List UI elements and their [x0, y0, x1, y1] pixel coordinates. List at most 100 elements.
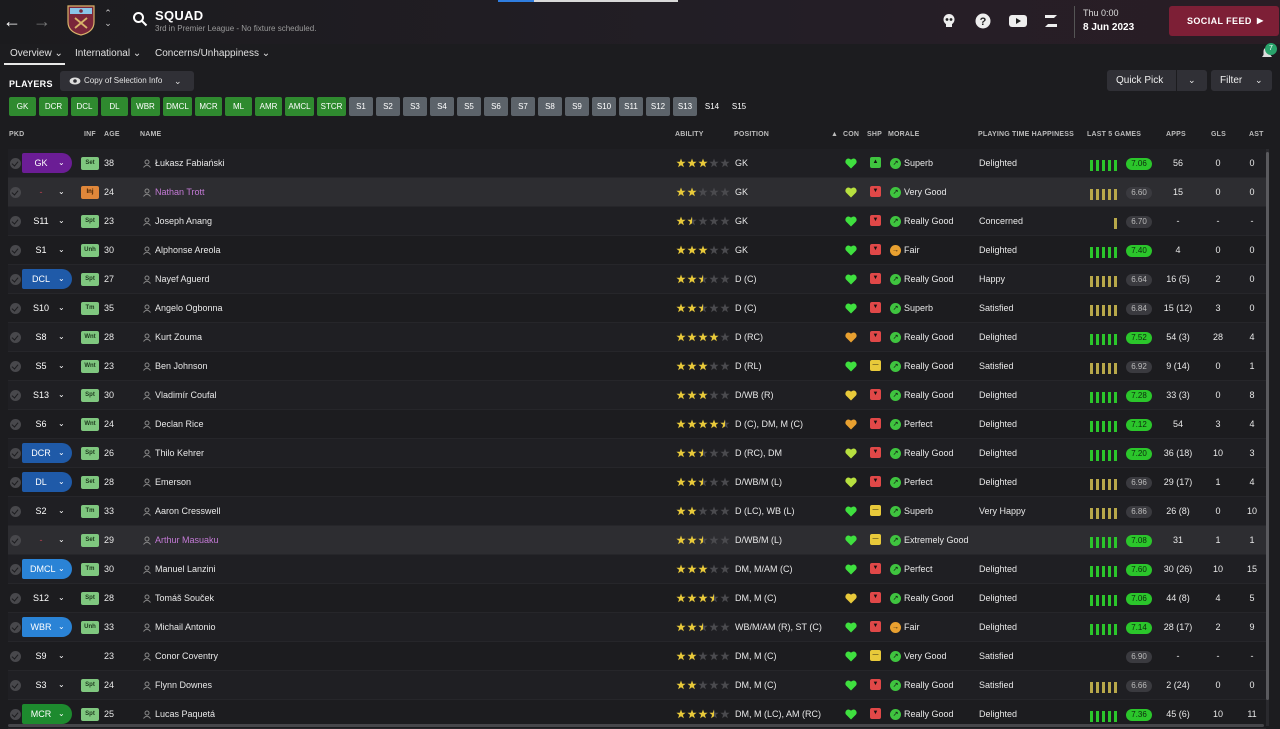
info-badge[interactable]: Wnt: [81, 331, 99, 344]
player-name-link[interactable]: Vladimír Coufal: [155, 381, 217, 410]
table-row[interactable]: S1 ⌄ Unh 30 Alphonse Areola GK ▼ → Fair Delighted…: [8, 236, 1266, 265]
position-chip-s14[interactable]: S14: [700, 97, 724, 116]
select-checkbox[interactable]: [10, 448, 21, 459]
tab-international[interactable]: International ⌄: [75, 48, 141, 59]
player-name-link[interactable]: Michail Antonio: [155, 613, 216, 642]
player-name-link[interactable]: Ben Johnson: [155, 352, 208, 381]
position-chip-dcl[interactable]: DCL: [71, 97, 98, 116]
info-badge[interactable]: Spt: [81, 273, 99, 286]
player-name-link[interactable]: Thilo Kehrer: [155, 439, 204, 468]
player-name-link[interactable]: Emerson: [155, 468, 191, 497]
select-checkbox[interactable]: [10, 187, 21, 198]
col-ability[interactable]: ABILITY: [675, 131, 704, 138]
table-row[interactable]: S2 ⌄ Tm 33 Aaron Cresswell D (LC), WB (L) — ↗ Su…: [8, 497, 1266, 526]
position-chip-s10[interactable]: S10: [592, 97, 616, 116]
player-name-link[interactable]: Declan Rice: [155, 410, 204, 439]
info-badge[interactable]: Inj: [81, 186, 99, 199]
col-happiness[interactable]: PLAYING TIME HAPPINESS: [978, 131, 1074, 138]
selection-slot-dropdown[interactable]: DCL ⌄: [22, 269, 72, 289]
player-name-link[interactable]: Manuel Lanzini: [155, 555, 216, 584]
selection-slot-dropdown[interactable]: DCR ⌄: [22, 443, 72, 463]
table-row[interactable]: S13 ⌄ Spt 30 Vladimír Coufal D/WB (R) ▼ ↗ Really…: [8, 381, 1266, 410]
position-chip-s13[interactable]: S13: [673, 97, 697, 116]
selection-slot-dropdown[interactable]: - ⌄: [22, 530, 72, 550]
table-row[interactable]: S9 ⌄ 23 Conor Coventry DM, M (C) — ↗ Very Good S…: [8, 642, 1266, 671]
info-badge[interactable]: Spt: [81, 447, 99, 460]
chevron-down-icon[interactable]: ⌄: [1188, 70, 1196, 91]
position-chip-s11[interactable]: S11: [619, 97, 643, 116]
select-checkbox[interactable]: [10, 158, 21, 169]
position-chip-wbr[interactable]: WBR: [131, 97, 160, 116]
tab-overview[interactable]: Overview ⌄: [10, 48, 63, 59]
table-row[interactable]: GK ⌄ Set 38 Łukasz Fabiański GK ▲ ↗ Superb Deligh…: [8, 149, 1266, 178]
player-name-link[interactable]: Conor Coventry: [155, 642, 218, 671]
col-name[interactable]: NAME: [140, 131, 161, 138]
select-checkbox[interactable]: [10, 535, 21, 546]
select-checkbox[interactable]: [10, 216, 21, 227]
info-badge[interactable]: Tm: [81, 302, 99, 315]
info-badge[interactable]: Set: [81, 157, 99, 170]
selection-slot-dropdown[interactable]: DL ⌄: [22, 472, 72, 492]
col-pkd[interactable]: PKD: [9, 131, 24, 138]
selection-slot-dropdown[interactable]: S5 ⌄: [22, 356, 72, 376]
select-checkbox[interactable]: [10, 593, 21, 604]
position-chip-s1[interactable]: S1: [349, 97, 373, 116]
info-badge[interactable]: Tm: [81, 563, 99, 576]
table-row[interactable]: DL ⌄ Set 28 Emerson D/WB/M (L) ▼ ↗ Perfect Deligh…: [8, 468, 1266, 497]
col-apps[interactable]: APPS: [1166, 131, 1186, 138]
position-chip-s7[interactable]: S7: [511, 97, 535, 116]
col-inf[interactable]: INF: [84, 131, 96, 138]
table-row[interactable]: DCL ⌄ Spt 27 Nayef Aguerd D (C) ▼ ↗ Really Good H…: [8, 265, 1266, 294]
table-row[interactable]: S5 ⌄ Wnt 23 Ben Johnson D (RL) — ↗ Really Good Sa…: [8, 352, 1266, 381]
player-name-link[interactable]: Arthur Masuaku: [155, 526, 219, 555]
social-feed-button[interactable]: SOCIAL FEED ▶: [1169, 6, 1279, 36]
table-row[interactable]: S8 ⌄ Wnt 28 Kurt Zouma D (RC) ▼ ↗ Really Good Del…: [8, 323, 1266, 352]
select-checkbox[interactable]: [10, 651, 21, 662]
info-badge[interactable]: Spt: [81, 708, 99, 721]
info-badge[interactable]: Spt: [81, 389, 99, 402]
info-badge[interactable]: Unh: [81, 244, 99, 257]
selection-slot-dropdown[interactable]: DMCL ⌄: [22, 559, 72, 579]
table-row[interactable]: WBR ⌄ Unh 33 Michail Antonio WB/M/AM (R), ST …: [8, 613, 1266, 642]
col-position[interactable]: POSITION: [734, 131, 769, 138]
info-badge[interactable]: Wnt: [81, 418, 99, 431]
select-checkbox[interactable]: [10, 622, 21, 633]
position-chip-s4[interactable]: S4: [430, 97, 454, 116]
tab-concerns[interactable]: Concerns/Unhappiness ⌄: [155, 48, 270, 59]
position-chip-amr[interactable]: AMR: [255, 97, 282, 116]
select-checkbox[interactable]: [10, 274, 21, 285]
position-chip-dl[interactable]: DL: [101, 97, 128, 116]
info-badge[interactable]: Wnt: [81, 360, 99, 373]
position-chip-dmcl[interactable]: DMCL: [163, 97, 192, 116]
position-chip-s8[interactable]: S8: [538, 97, 562, 116]
selection-slot-dropdown[interactable]: MCR ⌄: [22, 704, 72, 724]
col-con[interactable]: CON: [843, 131, 859, 138]
selection-info-dropdown[interactable]: Copy of Selection Info ⌄: [60, 71, 194, 91]
table-row[interactable]: - ⌄ Set 29 Arthur Masuaku D/WB/M (L) — ↗ Extreme…: [8, 526, 1266, 555]
col-gls[interactable]: GLS: [1211, 131, 1226, 138]
info-badge[interactable]: Spt: [81, 679, 99, 692]
select-checkbox[interactable]: [10, 419, 21, 430]
table-row[interactable]: S6 ⌄ Wnt 24 Declan Rice D (C), DM, M (C) ▼ ↗ Per…: [8, 410, 1266, 439]
selection-slot-dropdown[interactable]: S9 ⌄: [22, 646, 72, 666]
select-checkbox[interactable]: [10, 332, 21, 343]
selection-slot-dropdown[interactable]: S12 ⌄: [22, 588, 72, 608]
table-row[interactable]: S3 ⌄ Spt 24 Flynn Downes DM, M (C) ▼ ↗ Really Go…: [8, 671, 1266, 700]
col-ast[interactable]: AST: [1249, 131, 1264, 138]
position-chip-s6[interactable]: S6: [484, 97, 508, 116]
info-badge[interactable]: Spt: [81, 215, 99, 228]
quick-pick-button[interactable]: Quick Pick ⌄: [1107, 70, 1207, 91]
selection-slot-dropdown[interactable]: S13 ⌄: [22, 385, 72, 405]
selection-slot-dropdown[interactable]: WBR ⌄: [22, 617, 72, 637]
selection-slot-dropdown[interactable]: S11 ⌄: [22, 211, 72, 231]
position-chip-amcl[interactable]: AMCL: [285, 97, 314, 116]
position-chip-s3[interactable]: S3: [403, 97, 427, 116]
player-name-link[interactable]: Flynn Downes: [155, 671, 212, 700]
player-name-link[interactable]: Nayef Aguerd: [155, 265, 210, 294]
horizontal-scrollbar[interactable]: [8, 724, 1264, 727]
forward-arrow-icon[interactable]: →: [32, 10, 52, 32]
table-row[interactable]: DMCL ⌄ Tm 30 Manuel Lanzini DM, M/AM (C) ▼ ↗ Per…: [8, 555, 1266, 584]
selection-slot-dropdown[interactable]: GK ⌄: [22, 153, 72, 173]
table-row[interactable]: DCR ⌄ Spt 26 Thilo Kehrer D (RC), DM ▼ ↗ Really …: [8, 439, 1266, 468]
table-row[interactable]: S10 ⌄ Tm 35 Angelo Ogbonna D (C) ▼ ↗ Superb Satis…: [8, 294, 1266, 323]
